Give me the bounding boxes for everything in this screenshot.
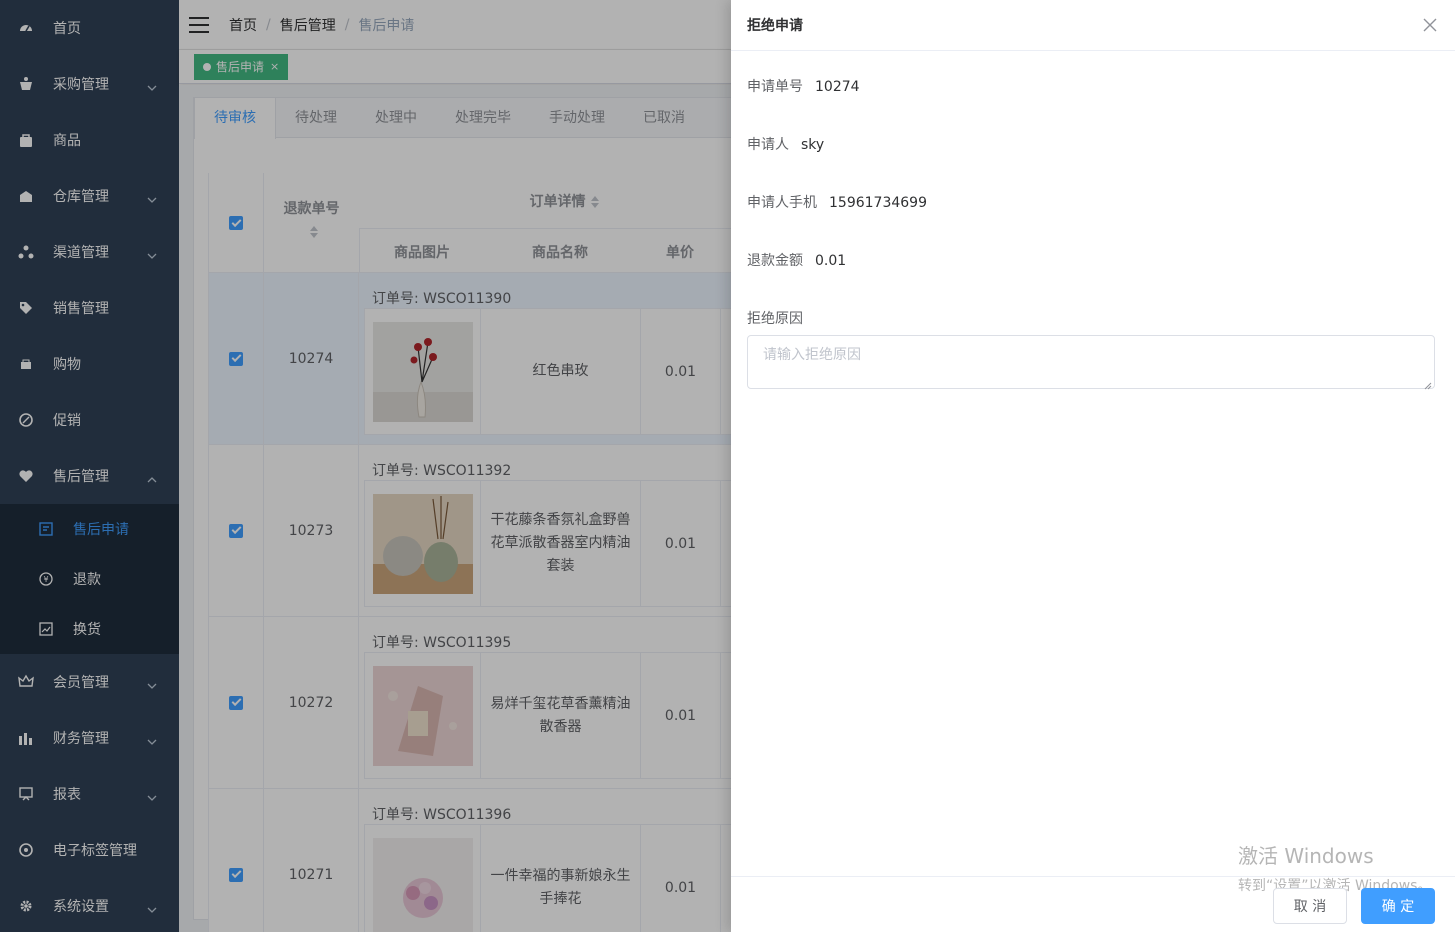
field-value: 0.01 <box>815 253 847 269</box>
field-value: 15961734699 <box>829 195 927 211</box>
field-value: sky <box>801 137 825 153</box>
resize-handle-icon[interactable] <box>1424 378 1432 390</box>
watermark-line1: 激活 Windows <box>1238 844 1374 868</box>
reject-drawer: 拒绝申请 申请单号 10274 申请人 sky 申请人手机 15961734699 退… <box>731 0 1455 932</box>
confirm-button[interactable]: 确 定 <box>1361 888 1435 924</box>
field-value: 10274 <box>815 79 860 95</box>
field-label: 申请人 <box>747 137 789 153</box>
close-icon[interactable] <box>1423 18 1437 32</box>
reject-reason-textarea[interactable]: 请输入拒绝原因 <box>747 335 1435 390</box>
field-label: 退款金额 <box>747 253 803 269</box>
drawer-title: 拒绝申请 <box>747 18 803 34</box>
reject-reason-label: 拒绝原因 <box>747 308 815 328</box>
textarea-placeholder: 请输入拒绝原因 <box>763 347 861 363</box>
drawer-header: 拒绝申请 <box>731 0 1455 51</box>
field-applicant-phone: 申请人手机 15961734699 <box>747 192 927 212</box>
field-apply-no: 申请单号 10274 <box>747 76 860 96</box>
field-label: 拒绝原因 <box>747 311 803 327</box>
cancel-button[interactable]: 取 消 <box>1273 888 1347 924</box>
field-refund-amount: 退款金额 0.01 <box>747 250 846 270</box>
drawer-footer: 取 消 确 定 <box>731 876 1455 932</box>
field-label: 申请单号 <box>747 79 803 95</box>
field-applicant: 申请人 sky <box>747 134 824 154</box>
field-label: 申请人手机 <box>747 195 817 211</box>
